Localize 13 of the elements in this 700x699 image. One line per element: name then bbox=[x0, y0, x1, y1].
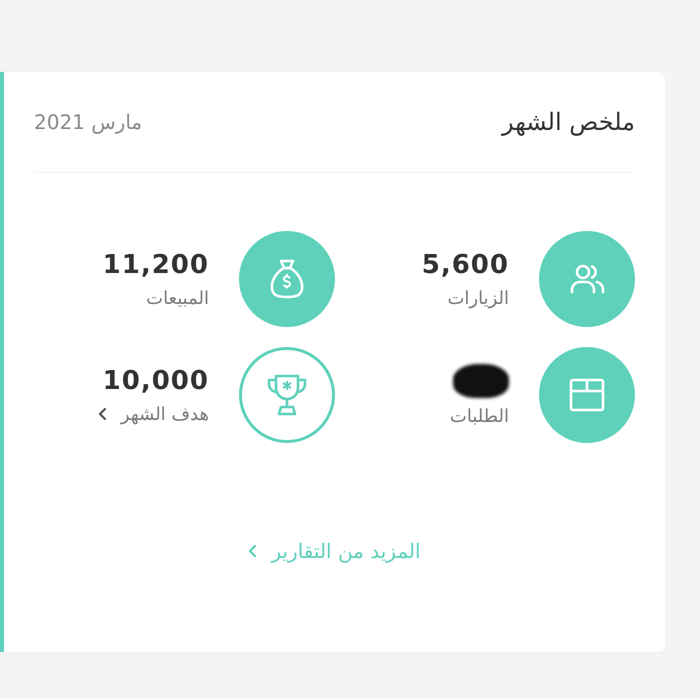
trophy-icon bbox=[265, 372, 309, 418]
stat-label: المبيعات bbox=[146, 288, 209, 308]
chevron-icon bbox=[248, 544, 258, 558]
goal-link[interactable]: هدف الشهر bbox=[98, 404, 209, 424]
card-title: ملخص الشهر bbox=[502, 108, 635, 136]
month-date: مارس 2021 bbox=[34, 110, 142, 134]
box-icon bbox=[568, 377, 606, 413]
chevron-icon bbox=[98, 407, 107, 421]
stat-value: 11,200 bbox=[102, 250, 209, 280]
stat-value: 5,600 bbox=[422, 250, 509, 280]
stat-label: الزيارات bbox=[447, 288, 509, 308]
stat-label: الطلبات bbox=[450, 406, 509, 426]
stat-value: 10,000 bbox=[102, 366, 209, 396]
